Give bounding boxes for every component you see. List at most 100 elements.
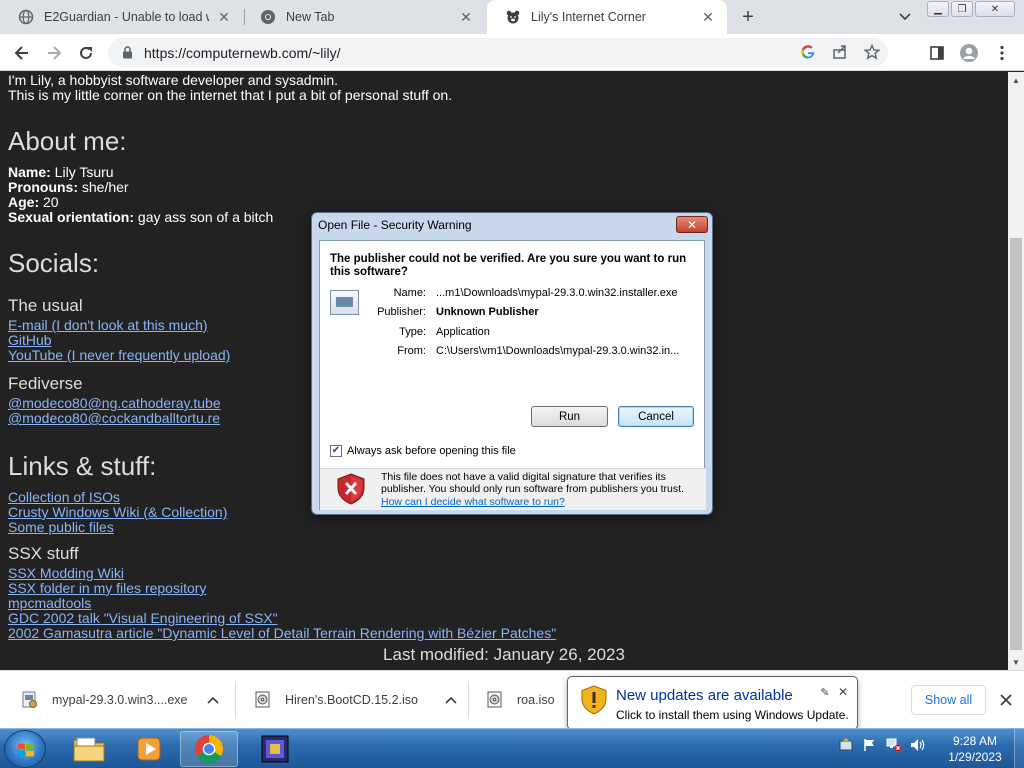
restore-icon[interactable]: ❐ <box>951 1 973 17</box>
tab-title: Lily's Internet Corner <box>531 10 646 24</box>
run-button[interactable]: Run <box>531 406 608 427</box>
ssx-link[interactable]: GDC 2002 talk "Visual Engineering of SSX… <box>8 610 278 626</box>
field-name-label: Name: <box>393 287 426 299</box>
close-shelf-icon[interactable] <box>996 690 1016 710</box>
public-files-link[interactable]: Some public files <box>8 519 114 535</box>
socials-heading: Socials: <box>8 248 100 278</box>
ssx-link[interactable]: mpcmadtools <box>8 595 91 611</box>
close-tab-icon[interactable]: ✕ <box>699 8 717 26</box>
download-filename: mypal-29.3.0.win3....exe <box>52 693 188 707</box>
email-link[interactable]: E-mail (I don't look at this much) <box>8 317 208 333</box>
decide-software-link[interactable]: How can I decide what software to run? <box>381 496 565 508</box>
action-center-flag-icon[interactable] <box>862 737 878 753</box>
download-item[interactable]: roa.iso <box>487 671 555 729</box>
scroll-down-icon[interactable]: ▼ <box>1008 654 1024 670</box>
app-taskbar-button[interactable] <box>246 731 304 767</box>
pin-icon[interactable]: ✎ <box>818 685 832 699</box>
iso-collection-link[interactable]: Collection of ISOs <box>8 489 120 505</box>
profile-avatar-icon[interactable] <box>956 40 982 66</box>
field-from-label: From: <box>397 345 426 357</box>
game-app-icon <box>261 735 289 763</box>
about-row-orientation: Sexual orientation: gay ass son of a bit… <box>8 210 273 225</box>
address-bar[interactable]: https://computernewb.com/~lily/ <box>108 38 888 67</box>
reload-icon[interactable] <box>73 40 99 66</box>
about-row-age: Age: 20 <box>8 195 59 210</box>
about-label: Pronouns: <box>8 179 78 195</box>
dialog-close-icon[interactable]: ✕ <box>676 216 708 233</box>
url-text: https://computernewb.com/~lily/ <box>144 44 341 61</box>
volume-icon[interactable] <box>910 737 926 753</box>
cancel-button[interactable]: Cancel <box>618 406 694 427</box>
field-publisher-label: Publisher: <box>377 306 426 318</box>
youtube-link[interactable]: YouTube (I never frequently upload) <box>8 347 230 363</box>
browser-toolbar: https://computernewb.com/~lily/ <box>0 34 1024 71</box>
new-tab-icon[interactable]: + <box>736 5 760 29</box>
tab-e2guardian[interactable]: E2Guardian - Unable to load web ✕ <box>0 0 243 34</box>
github-link[interactable]: GitHub <box>8 332 52 348</box>
media-player-taskbar-button[interactable] <box>120 731 178 767</box>
forward-arrow-icon[interactable] <box>41 40 67 66</box>
checkbox-checked-icon[interactable]: ✔ <box>330 445 342 457</box>
close-tab-icon[interactable]: ✕ <box>457 8 475 26</box>
dialog-warning-panel: This file does not have a valid digital … <box>320 469 706 510</box>
security-warning-dialog: Open File - Security Warning ✕ The publi… <box>311 212 713 515</box>
download-item[interactable]: mypal-29.3.0.win3....exe <box>22 671 222 729</box>
about-value: Lily Tsuru <box>50 164 114 180</box>
tab-lilys-internet-corner[interactable]: Lily's Internet Corner ✕ <box>487 0 727 34</box>
chevron-up-icon[interactable] <box>204 691 222 709</box>
scrollbar-thumb[interactable] <box>1010 238 1022 650</box>
download-item[interactable]: Hiren's.BootCD.15.2.iso <box>255 671 460 729</box>
lock-icon[interactable] <box>120 46 134 60</box>
scroll-up-icon[interactable]: ▲ <box>1008 72 1024 88</box>
menu-kebab-icon[interactable] <box>989 40 1015 66</box>
side-panel-icon[interactable] <box>924 40 950 66</box>
usual-heading: The usual <box>8 296 83 315</box>
close-tab-icon[interactable]: ✕ <box>215 8 233 26</box>
about-label: Sexual orientation: <box>8 209 135 225</box>
intro-line: I'm Lily, a hobbyist software developer … <box>8 72 339 88</box>
chrome-icon <box>260 9 276 25</box>
google-g-icon[interactable] <box>800 44 816 65</box>
system-clock[interactable]: 9:28 AM 1/29/2023 <box>940 733 1010 765</box>
ssx-link[interactable]: 2002 Gamasutra article "Dynamic Level of… <box>8 625 556 641</box>
notification-close-icon[interactable]: ✕ <box>836 685 850 699</box>
chevron-up-icon[interactable] <box>442 691 460 709</box>
fediverse-link[interactable]: @modeco80@ng.cathoderay.tube <box>8 395 221 411</box>
update-tray-icon[interactable] <box>838 737 854 753</box>
notification-title: New updates are available <box>616 687 793 704</box>
field-publisher-value: Unknown Publisher <box>436 306 539 318</box>
fediverse-link[interactable]: @modeco80@cockandballtortu.re <box>8 410 220 426</box>
always-ask-checkbox[interactable]: ✔ Always ask before opening this file <box>330 445 516 457</box>
about-row-name: Name: Lily Tsuru <box>8 165 114 180</box>
about-value: gay ass son of a bitch <box>134 209 274 225</box>
chrome-logo-icon <box>195 735 223 763</box>
show-all-button[interactable]: Show all <box>911 685 986 715</box>
ssx-link[interactable]: SSX Modding Wiki <box>8 565 124 581</box>
crusty-wiki-link[interactable]: Crusty Windows Wiki (& Collection) <box>8 504 227 520</box>
chrome-taskbar-button[interactable] <box>180 731 238 767</box>
close-window-icon[interactable]: ✕ <box>975 1 1015 17</box>
intro-line: This is my little corner on the internet… <box>8 87 453 103</box>
tab-title: New Tab <box>286 10 335 24</box>
shield-error-icon <box>336 473 366 505</box>
back-arrow-icon[interactable] <box>9 40 35 66</box>
minimize-icon[interactable]: ▁ <box>927 1 949 17</box>
windows-update-notification[interactable]: New updates are available Click to insta… <box>567 676 858 730</box>
windows-taskbar: 9:28 AM 1/29/2023 <box>0 728 1024 768</box>
tab-new-tab[interactable]: New Tab ✕ <box>242 0 485 34</box>
bookmark-star-icon[interactable] <box>863 43 881 65</box>
show-desktop-button[interactable] <box>1014 729 1024 768</box>
explorer-taskbar-button[interactable] <box>60 731 118 767</box>
bear-icon <box>505 9 521 25</box>
share-icon[interactable] <box>832 44 848 65</box>
tab-search-icon[interactable] <box>895 7 915 27</box>
page-scrollbar[interactable]: ▲ ▼ <box>1008 72 1024 670</box>
clock-time: 9:28 AM <box>952 734 998 748</box>
dialog-title: Open File - Security Warning <box>318 218 472 232</box>
network-error-icon[interactable] <box>886 737 902 753</box>
start-button[interactable] <box>4 730 46 768</box>
installer-file-icon <box>22 691 38 709</box>
ssx-link[interactable]: SSX folder in my files repository <box>8 580 206 596</box>
dialog-question: The publisher could not be verified. Are… <box>330 253 687 278</box>
folder-icon <box>73 737 105 762</box>
